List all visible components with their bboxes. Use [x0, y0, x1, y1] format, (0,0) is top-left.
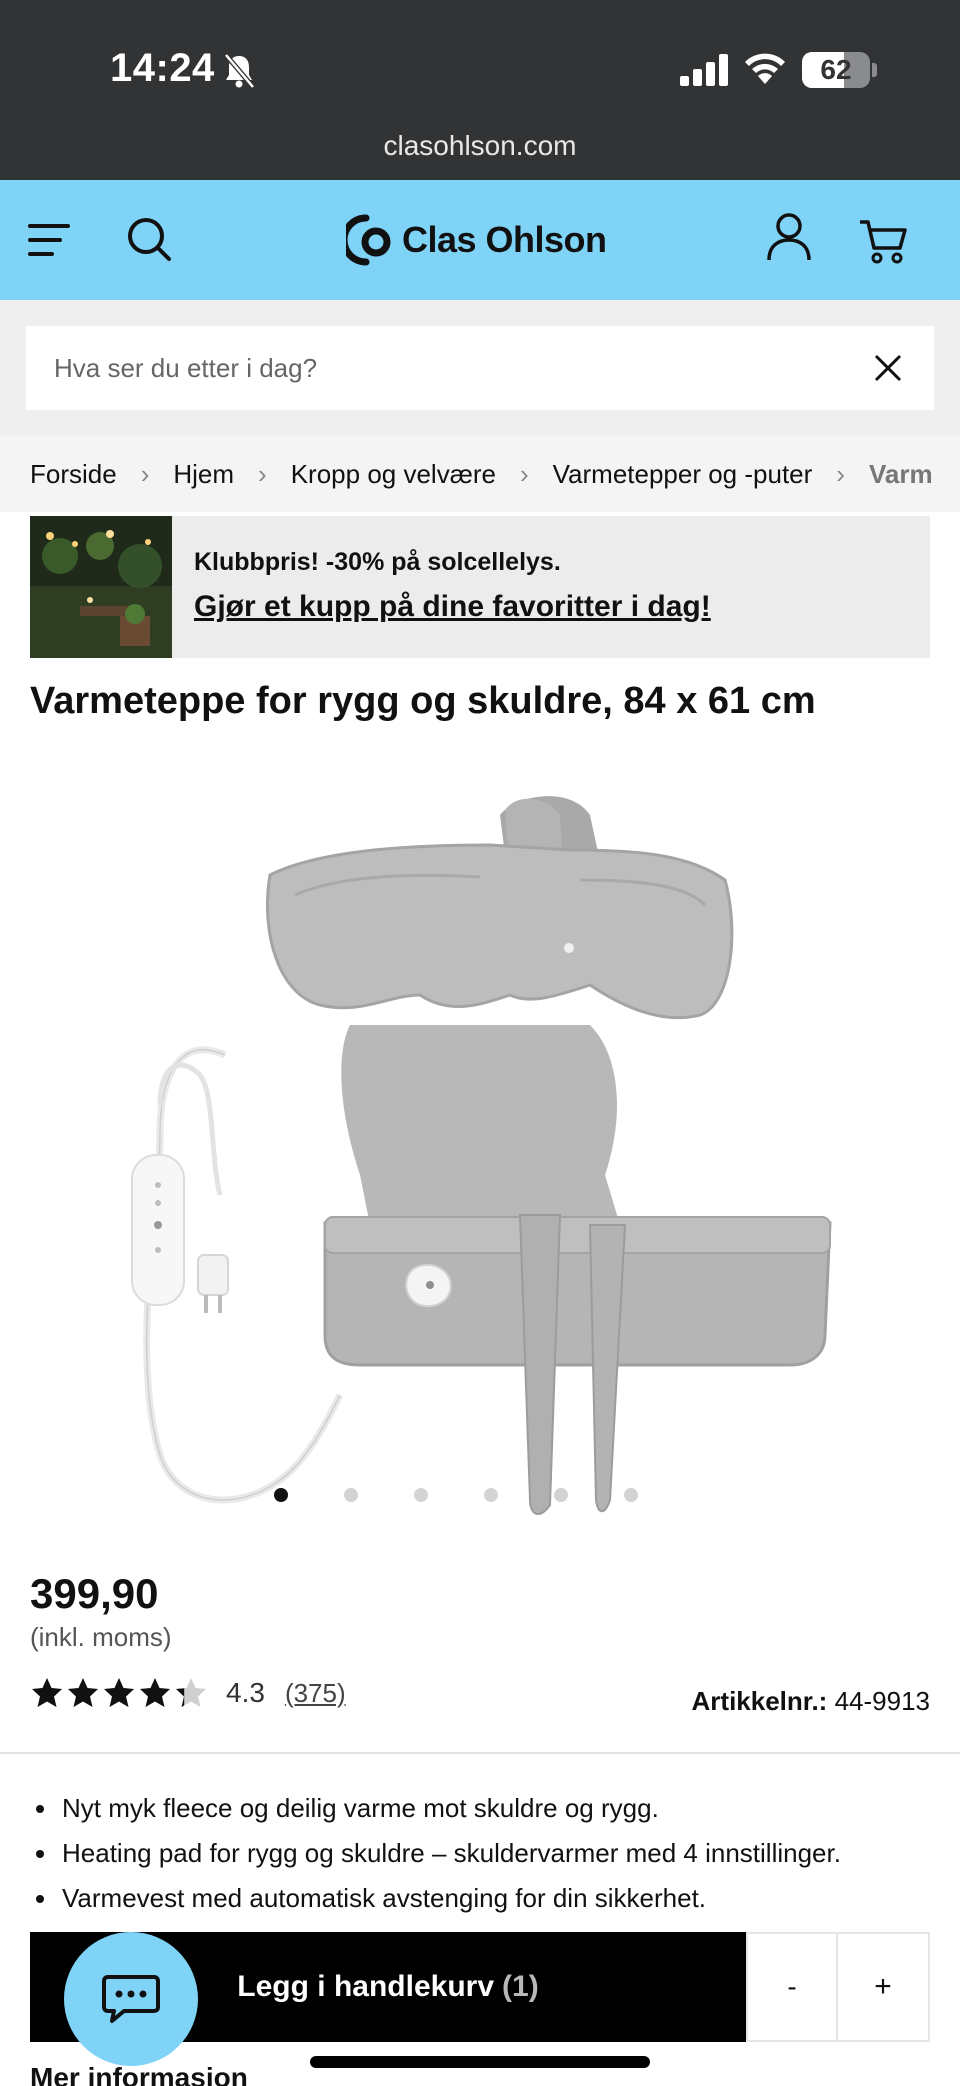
promo-link[interactable]: Gjør et kupp på dine favoritter i dag!: [194, 590, 711, 624]
breadcrumb-item-varmetepper[interactable]: Varmetepper og -puter: [553, 459, 813, 490]
carousel-dot[interactable]: [274, 1488, 288, 1502]
rating-stars: [30, 1676, 210, 1710]
review-count-link[interactable]: (375): [285, 1678, 346, 1709]
star-icon: [176, 1678, 206, 1707]
breadcrumb-item-forside[interactable]: Forside: [30, 459, 117, 490]
garden-lights-image: [30, 516, 172, 658]
bell-muted-icon: [224, 53, 255, 89]
article-number-label: Artikkelnr.:: [691, 1686, 828, 1716]
carousel-dot[interactable]: [414, 1488, 428, 1502]
breadcrumb-item-kropp[interactable]: Kropp og velvære: [291, 459, 496, 490]
cart-icon[interactable]: [858, 218, 908, 264]
chat-button[interactable]: [64, 1932, 198, 2066]
rating-value: 4.3: [226, 1677, 265, 1708]
logo-text: Clas Ohlson: [402, 219, 607, 260]
carousel-dot[interactable]: [554, 1488, 568, 1502]
chevron-right-icon: ›: [519, 458, 529, 489]
article-number-value: 44-9913: [834, 1686, 930, 1716]
status-bar: 14:24 62 clasohlson.com: [0, 0, 960, 180]
address-bar-url[interactable]: clasohlson.com: [0, 130, 960, 162]
site-header: Clas Ohlson: [0, 180, 960, 300]
product-rating[interactable]: 4.3 (375): [30, 1676, 346, 1710]
menu-icon[interactable]: [28, 222, 72, 258]
search-input[interactable]: [54, 326, 834, 410]
divider: [0, 1752, 960, 1754]
carousel-dot[interactable]: [484, 1488, 498, 1502]
feature-list: Nyt myk fleece og deilig varme mot skuld…: [30, 1786, 950, 1921]
breadcrumb: Forside › Hjem › Kropp og velvære › Varm…: [0, 436, 960, 512]
star-icon: [140, 1678, 170, 1707]
feature-item: Heating pad for rygg og skuldre – skulde…: [30, 1831, 950, 1876]
feature-item: Varmevest med automatisk avstenging for …: [30, 1876, 950, 1921]
chevron-right-icon: ›: [836, 458, 845, 489]
carousel-dot[interactable]: [624, 1488, 638, 1502]
cart-quantity: (1): [502, 1970, 539, 2003]
user-icon[interactable]: [766, 212, 812, 262]
cellular-signal-icon: [680, 54, 728, 86]
search-area: [0, 300, 960, 436]
quantity-increase-button[interactable]: +: [838, 1932, 930, 2042]
status-time: 14:24: [110, 46, 215, 90]
star-icon: [68, 1678, 98, 1707]
search-icon[interactable]: [126, 216, 172, 262]
star-icon: [32, 1678, 62, 1707]
wifi-icon: [745, 53, 785, 84]
chevron-right-icon: ›: [140, 458, 150, 489]
product-image[interactable]: [120, 755, 840, 1515]
clas-ohlson-logo-icon: [346, 214, 391, 266]
promo-banner[interactable]: Klubbpris! -30% på solcellelys. Gjør et …: [30, 516, 930, 658]
price-note: (inkl. moms): [30, 1622, 172, 1652]
article-number: Artikkelnr.: 44-9913: [692, 1686, 930, 1717]
product-title: Varmeteppe for rygg og skuldre, 84 x 61 …: [30, 680, 816, 722]
chevron-right-icon: ›: [258, 458, 267, 489]
more-info-heading[interactable]: Mer informasjon: [30, 2062, 248, 2086]
add-to-cart-label: Legg i handlekurv: [237, 1970, 495, 2003]
home-indicator: [310, 2056, 650, 2068]
search-box: [26, 326, 934, 410]
chat-icon: [102, 1975, 160, 2023]
logo[interactable]: Clas Ohlson: [346, 208, 607, 272]
breadcrumb-item-hjem[interactable]: Hjem: [173, 459, 234, 490]
carousel-dot[interactable]: [344, 1488, 358, 1502]
star-icon: [104, 1678, 134, 1707]
quantity-decrease-button[interactable]: -: [746, 1932, 838, 2042]
carousel-dots: [274, 1488, 694, 1504]
battery-indicator: 62: [802, 52, 870, 88]
feature-item: Nyt myk fleece og deilig varme mot skuld…: [30, 1786, 950, 1831]
product-price: 399,90: [30, 1570, 159, 1617]
battery-percent: 62: [820, 54, 852, 85]
promo-text: Klubbpris! -30% på solcellelys.: [194, 548, 561, 576]
breadcrumb-item-current: Varm: [868, 458, 933, 489]
close-icon[interactable]: [874, 354, 902, 382]
battery-tip: [872, 63, 877, 77]
product-page: 14:24 62 clasohlson.com Clas Ohlson Hva …: [0, 0, 960, 2086]
